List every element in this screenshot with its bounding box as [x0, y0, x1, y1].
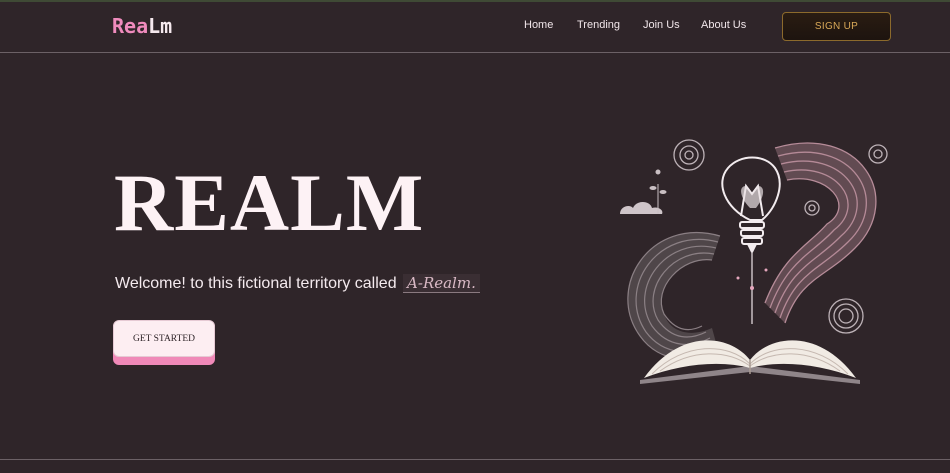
logo-text-part1: Rea [112, 14, 149, 38]
welcome-text: Welcome! to this fictional territory cal… [115, 274, 480, 294]
nav-link-about-us[interactable]: About Us [701, 18, 746, 32]
navbar: ReaLm Home Trending Join Us About Us SIG… [0, 2, 950, 53]
lightbulb-book-icon [600, 128, 900, 390]
get-started-wrapper: GET STARTED [113, 320, 215, 365]
site-logo[interactable]: ReaLm [112, 14, 172, 38]
nav-link-join-us[interactable]: Join Us [643, 18, 680, 32]
nav-link-trending[interactable]: Trending [577, 18, 620, 32]
signup-button[interactable]: SIGN UP [782, 12, 891, 41]
logo-text-part2: Lm [148, 14, 173, 38]
get-started-button[interactable]: GET STARTED [113, 320, 215, 357]
realm-name: A-Realm. [403, 274, 480, 293]
hero-title: REALM [114, 157, 425, 248]
footer-divider [0, 459, 950, 460]
welcome-message: Welcome! to this fictional territory cal… [115, 275, 397, 292]
nav-link-home[interactable]: Home [524, 18, 553, 32]
